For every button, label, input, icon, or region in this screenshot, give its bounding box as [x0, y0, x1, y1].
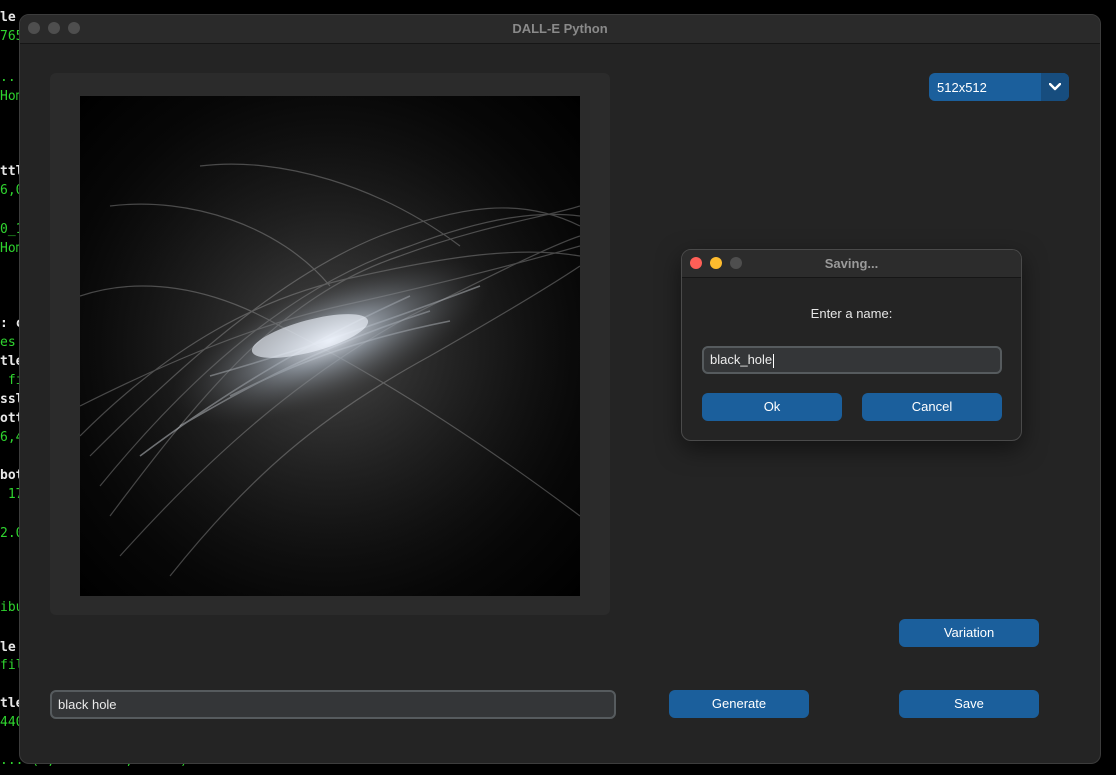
prompt-input[interactable]: black hole [50, 690, 616, 719]
window-titlebar: DALL-E Python [20, 15, 1100, 44]
ok-button[interactable]: Ok [702, 393, 842, 421]
terminal-line: .. [0, 70, 16, 85]
terminal-line: le [0, 640, 16, 655]
cancel-button[interactable]: Cancel [862, 393, 1002, 421]
zoom-window-button[interactable] [68, 22, 80, 34]
window-controls [28, 22, 80, 34]
filename-input[interactable]: black_hole [702, 346, 1002, 374]
size-select[interactable]: 512x512 [929, 73, 1069, 101]
image-frame [50, 73, 610, 615]
terminal-line: le [0, 10, 16, 25]
save-dialog: Saving... Enter a name: black_hole Ok Ca… [681, 249, 1022, 441]
chevron-down-icon[interactable] [1041, 73, 1069, 101]
size-select-value: 512x512 [937, 80, 987, 95]
dialog-label: Enter a name: [810, 306, 893, 321]
window-title: DALL-E Python [512, 21, 608, 36]
zoom-dialog-button[interactable] [730, 257, 742, 269]
generate-button[interactable]: Generate [669, 690, 809, 718]
minimize-dialog-button[interactable] [710, 257, 722, 269]
generated-image [80, 96, 580, 596]
filename-input-value: black_hole [710, 352, 773, 367]
variation-button[interactable]: Variation [899, 619, 1039, 647]
save-button[interactable]: Save [899, 690, 1039, 718]
dialog-titlebar: Saving... [682, 250, 1021, 278]
text-cursor [773, 353, 775, 368]
close-window-button[interactable] [28, 22, 40, 34]
minimize-window-button[interactable] [48, 22, 60, 34]
dialog-title: Saving... [824, 256, 879, 271]
close-dialog-button[interactable] [690, 257, 702, 269]
dialog-window-controls [690, 257, 742, 269]
terminal-line: es [0, 335, 16, 350]
